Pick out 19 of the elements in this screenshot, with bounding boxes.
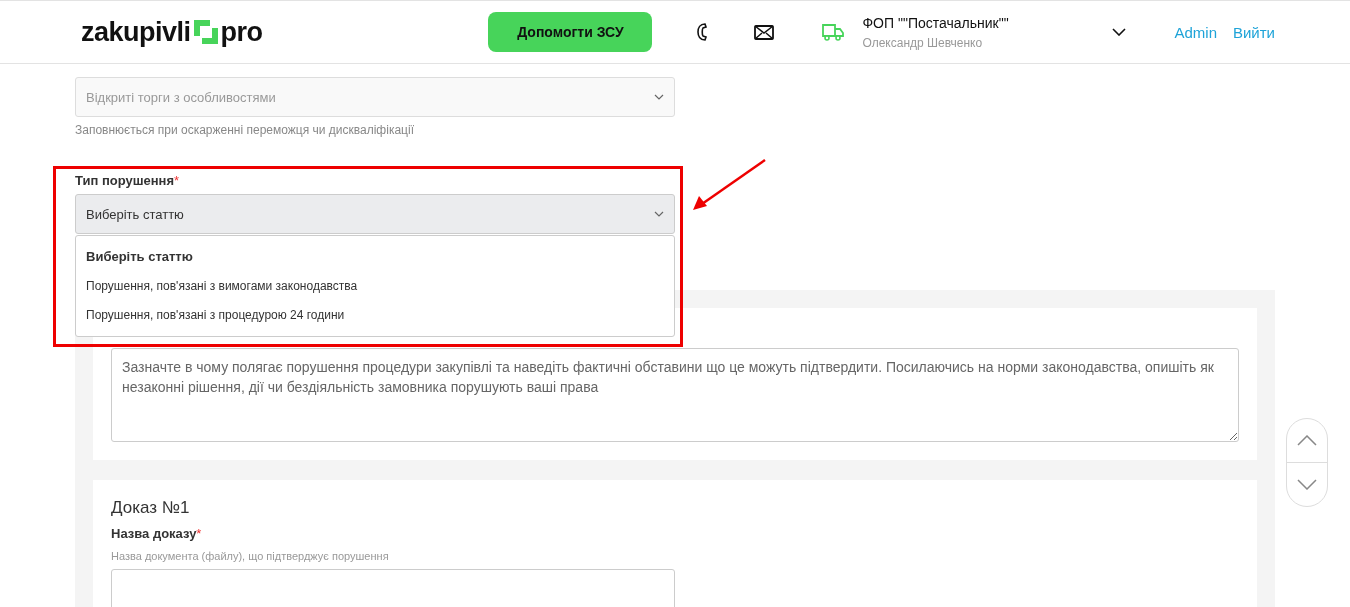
field-hint: Назва документа (файлу), що підтверджує порушення: [111, 550, 390, 562]
select-field[interactable]: Виберіть статтю: [75, 194, 675, 234]
field-hint: Заповнюється при оскарженні переможця чи дискваліфікації: [75, 123, 415, 137]
user-name: Олександр Шевченко: [862, 35, 984, 50]
chevron-down-icon: [654, 211, 664, 217]
chevron-down-icon: [1297, 479, 1317, 490]
chevron-down-icon: [654, 94, 664, 100]
logo[interactable]: zakupivli pro: [81, 16, 263, 48]
mail-icon[interactable]: [754, 24, 775, 40]
organization-name: ФОП ""Постачальник"": [862, 14, 1010, 31]
description-field[interactable]: Зазначте в чому полягає порушення процедури закупівлі та наведіть фактичні обставини що це можуть підтвердити. Посилаючись на норми законодавства, опишіть як незаконні рішення, дії чи бездіяльність замовника порушують ваші права: [111, 348, 1239, 442]
section-title: Доказ №1: [111, 498, 191, 518]
field-label: Тип порушення*: [75, 173, 181, 188]
field-label: Назва доказу*: [111, 526, 203, 541]
chevron-up-icon: [1297, 435, 1317, 446]
truck-icon: [822, 23, 845, 41]
phone-icon[interactable]: [696, 22, 709, 42]
chevron-down-icon[interactable]: [1112, 28, 1127, 36]
donate-button[interactable]: Допомогти ЗСУ: [488, 12, 653, 52]
